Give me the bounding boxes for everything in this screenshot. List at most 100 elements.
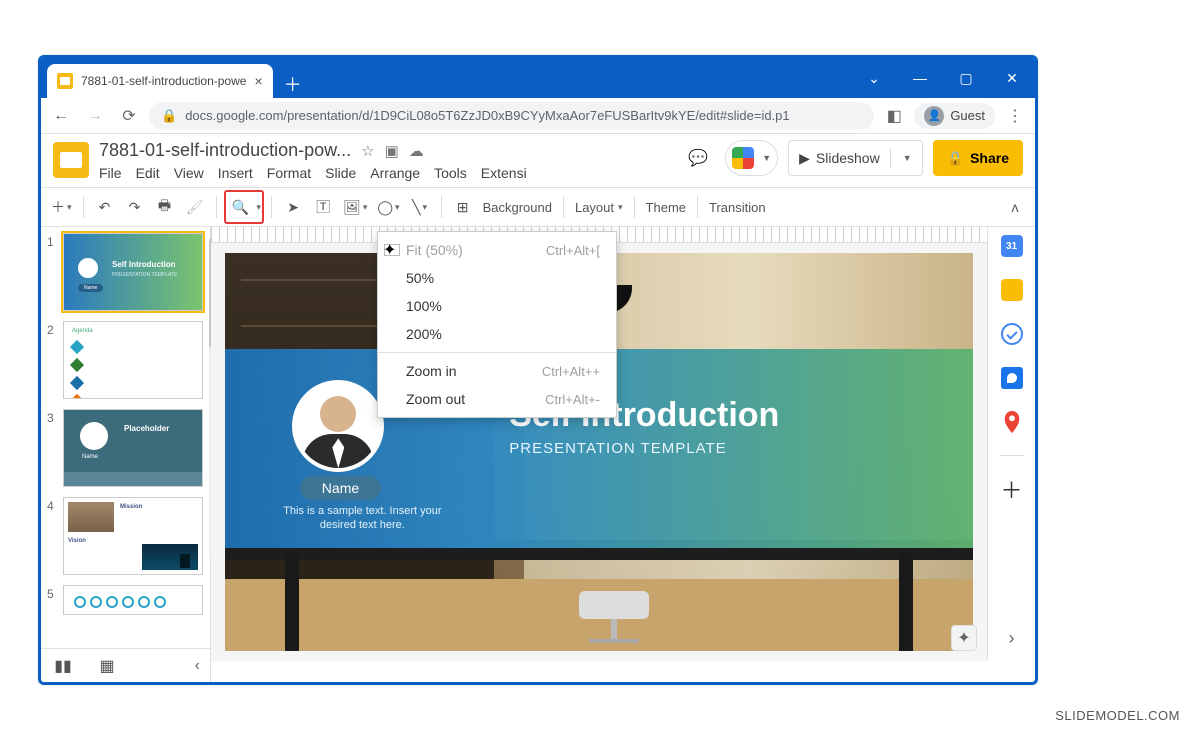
side-panel: 31 ＋ ›	[987, 227, 1035, 661]
slide-thumb-1[interactable]: Self Introduction PRESENTATION TEMPLATE …	[63, 233, 203, 311]
thumb-number: 5	[47, 585, 57, 615]
move-icon[interactable]: ▣	[385, 142, 399, 160]
undo-button[interactable]: ↶	[91, 193, 119, 221]
thumb-number: 2	[47, 321, 57, 399]
slide-thumb-5[interactable]	[63, 585, 203, 615]
avatar-icon: 👤	[924, 106, 944, 126]
menu-extensions[interactable]: Extensi	[481, 165, 527, 181]
play-icon: ▶	[799, 150, 810, 167]
textbox-button[interactable]: 🅃	[309, 193, 337, 221]
comment-insert-button[interactable]: ⊞	[449, 193, 477, 221]
shape-button[interactable]: ◯▾	[373, 193, 403, 221]
addons-plus-icon[interactable]: ＋	[1001, 478, 1023, 500]
zoom-50-item[interactable]: 50%	[378, 264, 616, 292]
share-button[interactable]: 🔒 Share	[933, 140, 1023, 176]
comments-icon[interactable]: 💬	[681, 141, 715, 175]
tab-close-icon[interactable]: ×	[254, 73, 262, 89]
minimize-icon[interactable]: ―	[897, 58, 943, 98]
theme-button[interactable]: Theme	[642, 193, 690, 221]
calendar-icon[interactable]: 31	[1001, 235, 1023, 257]
meet-icon	[732, 147, 754, 169]
zoom-200-item[interactable]: 200%	[378, 320, 616, 348]
share-label: Share	[970, 150, 1009, 166]
name-pill: Name	[300, 476, 381, 500]
transition-button[interactable]: Transition	[705, 193, 770, 221]
select-tool-button[interactable]: ➤	[279, 193, 307, 221]
slide-thumb-2[interactable]: Agenda	[63, 321, 203, 399]
slide-panel: 1 Self Introduction PRESENTATION TEMPLAT…	[41, 227, 211, 661]
menu-insert[interactable]: Insert	[218, 165, 253, 181]
background-button[interactable]: Background	[479, 193, 556, 221]
forward-icon[interactable]: →	[81, 102, 109, 130]
filmstrip-controls: ▮▮ ▦ ‹	[41, 648, 211, 682]
chevron-down-icon: ▼	[762, 153, 771, 163]
collapse-filmstrip-icon[interactable]: ‹	[195, 657, 200, 675]
menu-tools[interactable]: Tools	[434, 165, 467, 181]
menu-arrange[interactable]: Arrange	[370, 165, 420, 181]
zoom-out-item[interactable]: Zoom out Ctrl+Alt+-	[378, 385, 616, 413]
browser-menu-icon[interactable]: ⋮	[1001, 102, 1029, 130]
print-button[interactable]: 🖶	[151, 193, 179, 221]
explore-button[interactable]: ✦	[951, 625, 977, 651]
slides-logo-icon[interactable]	[53, 142, 89, 178]
divider	[1000, 455, 1024, 456]
menu-slide[interactable]: Slide	[325, 165, 356, 181]
slides-favicon-icon	[57, 73, 73, 89]
lock-icon: 🔒	[161, 108, 177, 124]
thumb-number: 3	[47, 409, 57, 487]
new-slide-button[interactable]: ＋▾	[47, 193, 76, 221]
grid-view-icon[interactable]: ▦	[85, 656, 129, 676]
browser-urlbar: ← → ⟳ 🔒 docs.google.com/presentation/d/1…	[41, 98, 1035, 134]
toolbar-collapse-icon[interactable]: ʌ	[1001, 193, 1029, 221]
cloud-status-icon[interactable]: ☁	[409, 142, 424, 160]
filmstrip-view-icon[interactable]: ▮▮	[41, 656, 85, 676]
sample-text: This is a sample text. Insert your desir…	[277, 504, 447, 533]
close-icon[interactable]: ✕	[989, 58, 1035, 98]
meet-button[interactable]: ▼	[725, 140, 778, 176]
lock-icon: 🔒	[947, 150, 964, 167]
chevron-down-icon[interactable]: ▾	[257, 202, 262, 213]
slideshow-label: Slideshow	[816, 150, 880, 166]
reload-icon[interactable]: ⟳	[115, 102, 143, 130]
redo-button[interactable]: ↷	[121, 193, 149, 221]
image-button[interactable]: 🖼▾	[339, 193, 371, 221]
docs-header: 7881-01-self-introduction-pow... ☆ ▣ ☁ F…	[41, 134, 1035, 181]
slideshow-button[interactable]: ▶ Slideshow ▼	[788, 140, 923, 176]
menu-edit[interactable]: Edit	[136, 165, 160, 181]
slide-thumb-3[interactable]: Placeholder Name	[63, 409, 203, 487]
zoom-button-highlighted[interactable]: 🔍 ▾	[224, 190, 265, 224]
zoom-dropdown: Fit (50%) Ctrl+Alt+[ 50% 100% 200% Zoom …	[377, 231, 617, 418]
line-button[interactable]: ╲▾	[406, 193, 434, 221]
profile-chip[interactable]: 👤 Guest	[914, 103, 995, 129]
document-title[interactable]: 7881-01-self-introduction-pow...	[99, 140, 351, 161]
zoom-icon[interactable]: 🔍	[227, 193, 255, 221]
star-icon[interactable]: ☆	[361, 142, 374, 160]
menu-view[interactable]: View	[174, 165, 204, 181]
maximize-icon[interactable]: ▢	[943, 58, 989, 98]
thumb-number: 4	[47, 497, 57, 575]
browser-tab[interactable]: 7881-01-self-introduction-powe ×	[47, 64, 273, 98]
paint-format-button[interactable]: 🖌	[181, 193, 209, 221]
zoom-100-item[interactable]: 100%	[378, 292, 616, 320]
fit-indicator-icon	[384, 244, 400, 256]
layout-button[interactable]: Layout▾	[571, 193, 627, 221]
tasks-icon[interactable]	[1001, 323, 1023, 345]
url-field[interactable]: 🔒 docs.google.com/presentation/d/1D9CiL0…	[149, 102, 874, 130]
reading-list-icon[interactable]: ◧	[880, 102, 908, 130]
menu-file[interactable]: File	[99, 165, 122, 181]
keep-icon[interactable]	[1001, 279, 1023, 301]
slide-thumb-4[interactable]: Mission Vision	[63, 497, 203, 575]
zoom-in-item[interactable]: Zoom in Ctrl+Alt++	[378, 357, 616, 385]
browser-titlebar: 7881-01-self-introduction-powe × ＋ ⌄ ― ▢…	[41, 58, 1035, 98]
divider	[890, 148, 891, 168]
contacts-icon[interactable]	[1001, 367, 1023, 389]
collapse-panel-icon[interactable]: ›	[1009, 628, 1015, 649]
maps-icon[interactable]	[1001, 411, 1023, 433]
menu-format[interactable]: Format	[267, 165, 311, 181]
chevron-down-icon[interactable]: ⌄	[851, 58, 897, 98]
chevron-down-icon: ▼	[903, 153, 912, 163]
header-actions: 💬 ▼ ▶ Slideshow ▼ 🔒 Share	[681, 140, 1023, 176]
back-icon[interactable]: ←	[47, 102, 75, 130]
new-tab-button[interactable]: ＋	[279, 70, 307, 98]
zoom-fit-item[interactable]: Fit (50%) Ctrl+Alt+[	[378, 236, 616, 264]
